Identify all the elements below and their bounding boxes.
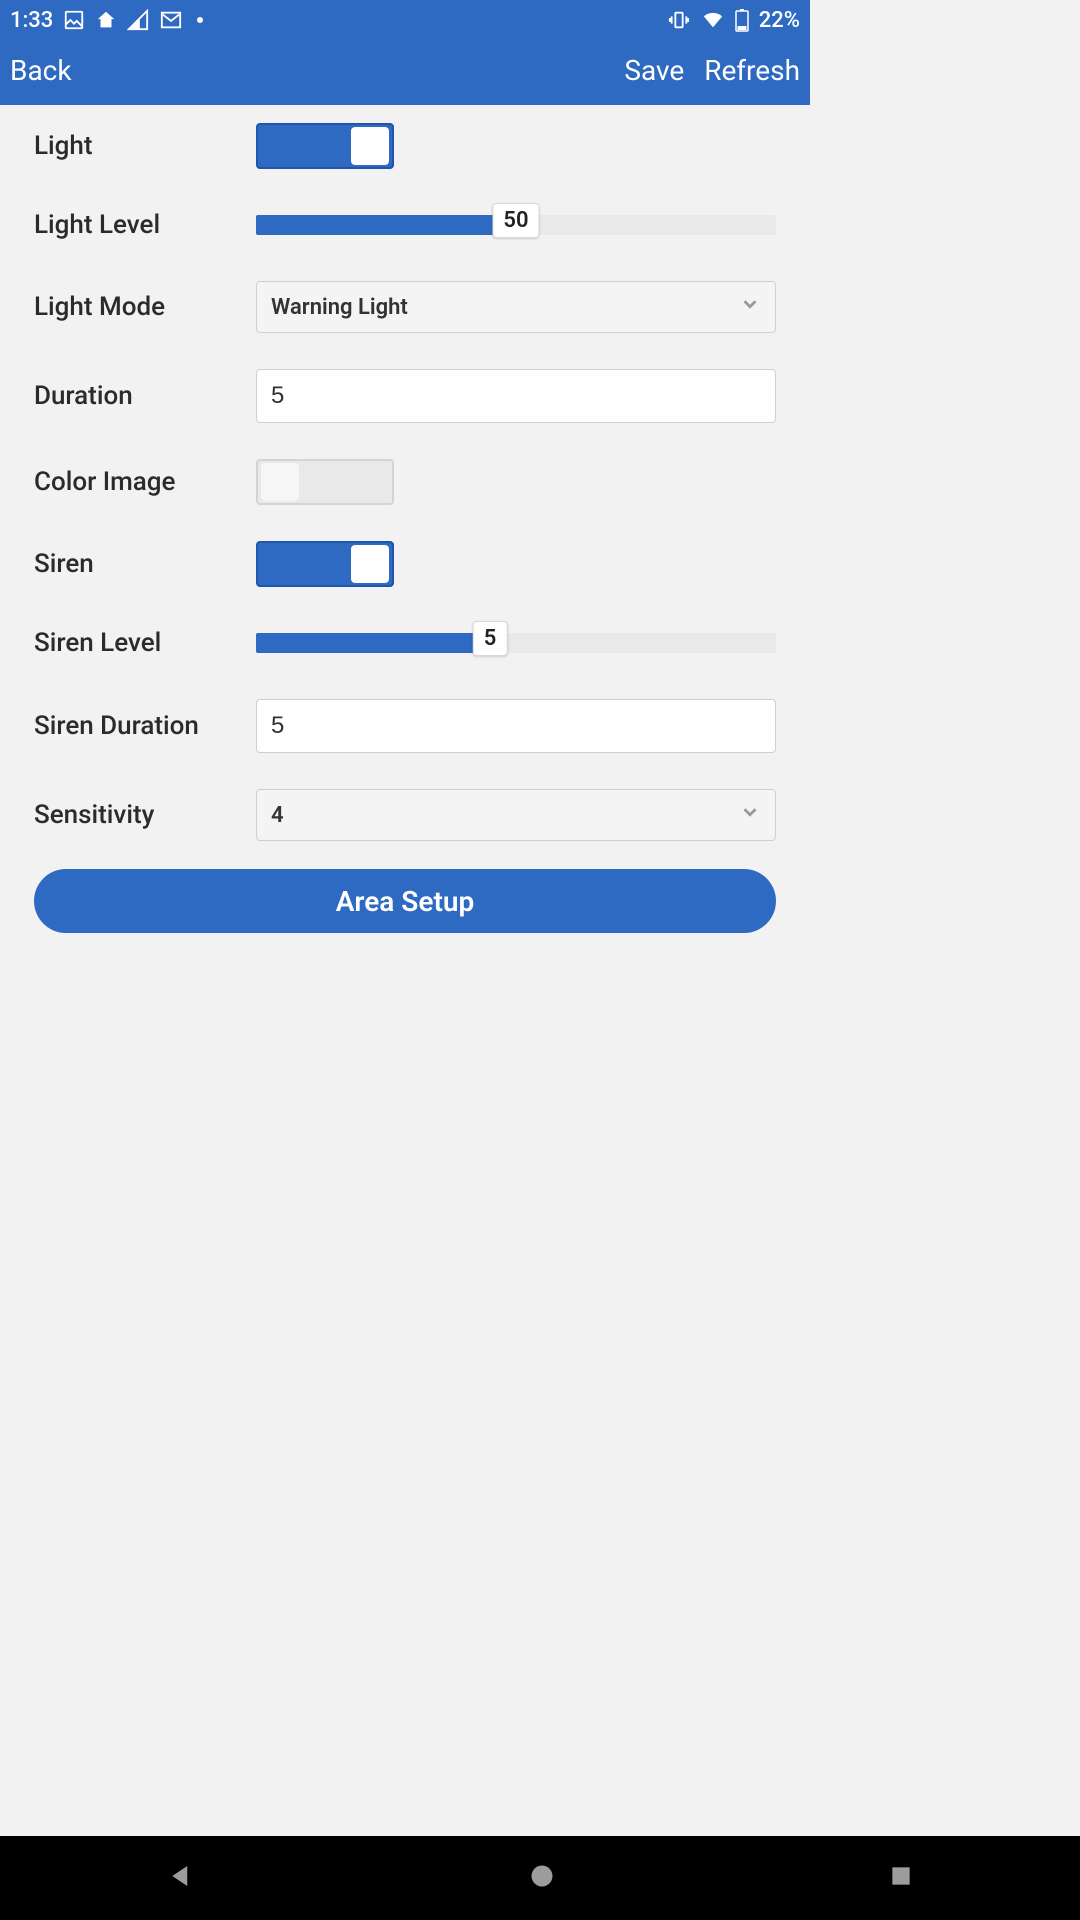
siren-label: Siren [34,549,256,579]
sensitivity-label: Sensitivity [34,800,256,830]
siren-toggle[interactable] [256,541,394,587]
back-button[interactable]: Back [10,54,72,87]
siren-level-value[interactable]: 5 [473,621,508,656]
area-setup-button[interactable]: Area Setup [34,869,776,933]
color-image-toggle[interactable] [256,459,394,505]
siren-duration-label: Siren Duration [34,711,256,741]
sensitivity-value: 4 [271,803,284,828]
status-time: 1:33 [10,8,53,33]
vibrate-icon [667,9,691,31]
light-toggle[interactable] [256,123,394,169]
more-notifications-dot [197,17,203,23]
nav-recent-icon[interactable] [888,1863,914,1893]
duration-input[interactable] [256,369,776,423]
home-icon [95,9,117,31]
app-bar: Back Save Refresh [0,40,810,105]
duration-label: Duration [34,381,256,411]
siren-level-slider[interactable]: 5 [256,631,776,655]
light-mode-select[interactable]: Warning Light [256,281,776,333]
sensitivity-select[interactable]: 4 [256,789,776,841]
status-bar: 1:33 22% [0,0,810,40]
siren-duration-input[interactable] [256,699,776,753]
signal-icon [127,9,149,31]
system-nav-bar [0,1836,1080,1920]
light-level-slider[interactable]: 50 [256,213,776,237]
refresh-button[interactable]: Refresh [704,54,800,87]
image-icon [63,9,85,31]
light-mode-label: Light Mode [34,292,256,322]
wifi-icon [701,9,725,31]
chevron-down-icon [739,293,761,321]
light-label: Light [34,131,256,161]
light-level-value[interactable]: 50 [492,203,539,238]
color-image-label: Color Image [34,467,256,497]
battery-icon [735,8,749,32]
light-level-label: Light Level [34,210,256,240]
save-button[interactable]: Save [624,54,684,87]
mail-icon [159,9,183,31]
nav-home-icon[interactable] [528,1862,556,1894]
nav-back-icon[interactable] [166,1861,196,1895]
light-mode-value: Warning Light [271,295,408,320]
siren-level-label: Siren Level [34,628,256,658]
settings-form: Light Light Level 50 Light Mode Warning … [0,105,810,933]
chevron-down-icon [739,801,761,829]
status-battery-text: 22% [759,8,800,33]
